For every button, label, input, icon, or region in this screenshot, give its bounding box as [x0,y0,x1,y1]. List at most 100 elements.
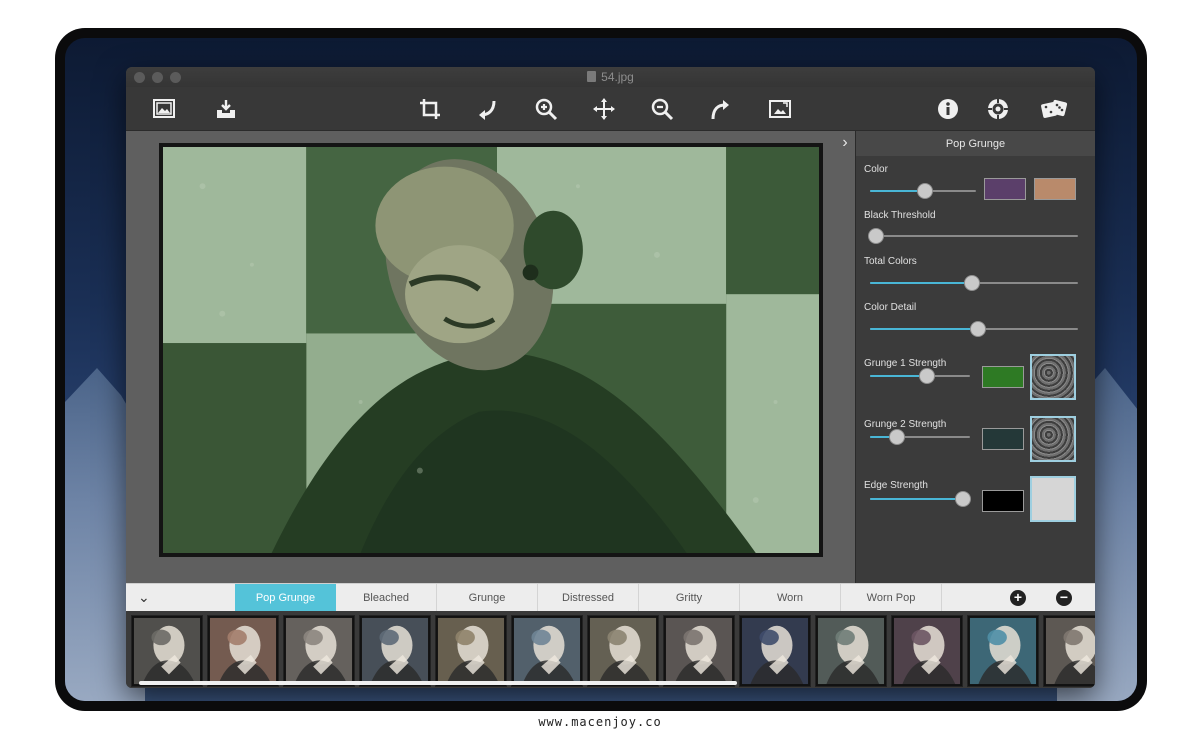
slider-knob[interactable] [919,368,935,384]
color-detail-slider[interactable] [870,321,1078,337]
horizontal-scrollbar[interactable] [139,681,737,685]
grunge-2-color-swatch[interactable] [982,428,1024,450]
control-total-colors: Total Colors [856,248,1095,294]
document-icon [587,71,597,82]
preset-preview-image [891,615,963,687]
control-grunge-2-strength: Grunge 2 Strength [856,402,1095,464]
edited-photo [159,143,823,557]
edge-texture-swatch[interactable] [1030,476,1076,522]
title-bar: 54.jpg [126,67,1095,87]
preset-preview-image [587,615,659,687]
tab-bleached[interactable]: Bleached [336,584,437,612]
save-button[interactable] [210,93,242,125]
laptop-frame: 54.jpg › Pop Grunge Color Black Threshol… [55,28,1147,711]
grunge-2-slider[interactable] [870,429,970,445]
preset-preview-image [663,615,735,687]
preset-thumbnail[interactable]: Pop Grunge 06 [511,615,583,688]
chevron-down-icon: ⌄ [138,589,150,605]
settings-button[interactable] [982,93,1014,125]
preset-thumbnail[interactable]: Pop Grunge 02 [207,615,279,688]
fit-image-button[interactable] [764,93,796,125]
add-preset-button[interactable]: + [1010,590,1026,606]
app-window: 54.jpg › Pop Grunge Color Black Threshol… [126,67,1095,688]
preset-preview-image [815,615,887,687]
random-button[interactable] [1038,93,1070,125]
preset-thumbnail[interactable]: Pop Grunge 11 [891,615,963,688]
preset-thumbnail[interactable]: Pop Grunge 03 [283,615,355,688]
preset-thumbnail[interactable]: Pop Grunge 12 [967,615,1039,688]
zoom-in-button[interactable] [530,93,562,125]
edge-strength-slider[interactable] [870,491,971,507]
tab-worn[interactable]: Worn [740,584,841,612]
control-label: Total Colors [864,256,917,267]
control-grunge-1-strength: Grunge 1 Strength [856,340,1095,402]
remove-preset-button[interactable]: − [1056,590,1072,606]
adjustment-panel: Pop Grunge Color Black Threshold Total C… [855,131,1095,583]
preset-thumbnail[interactable]: Pop Grunge 07 [587,615,659,688]
zoom-out-icon [651,98,674,121]
crop-button[interactable] [414,93,446,125]
tab-distressed[interactable]: Distressed [538,584,639,612]
rotate-left-button[interactable] [472,93,504,125]
crop-icon [420,99,440,119]
preset-preview-image [511,615,583,687]
preset-thumbnail[interactable]: Pop Grunge 09 [739,615,811,688]
preset-preview-image [435,615,507,687]
grunge-1-color-swatch[interactable] [982,366,1024,388]
slider-knob[interactable] [970,321,987,337]
plus-icon: + [1013,589,1023,605]
preset-preview-image [207,615,279,687]
color-swatch-1[interactable] [984,178,1026,200]
panel-title: Pop Grunge [856,131,1095,156]
fit-image-icon [769,100,791,118]
move-button[interactable] [588,93,620,125]
grunge-2-texture-swatch[interactable] [1030,416,1076,462]
control-label: Edge Strength [864,480,928,491]
preset-preview-image [739,615,811,687]
tab-pop-grunge[interactable]: Pop Grunge [235,584,336,612]
preset-category-tabs: ⌄ Pop Grunge Bleached Grunge Distressed Grit… [126,583,1095,612]
slider-knob[interactable] [963,275,980,291]
preset-preview-image [283,615,355,687]
control-label: Black Threshold [864,210,936,221]
tab-grunge[interactable]: Grunge [437,584,538,612]
image-canvas[interactable]: › [126,131,855,583]
edge-color-swatch[interactable] [982,490,1024,512]
slider-knob[interactable] [889,429,905,445]
slider-knob[interactable] [868,228,885,244]
collapse-strip-button[interactable]: ⌄ [138,589,150,606]
zoom-in-icon [535,98,558,121]
control-color-detail: Color Detail [856,294,1095,340]
open-image-icon [153,99,175,118]
tab-worn-pop[interactable]: Worn Pop [841,584,942,612]
preset-preview-image [967,615,1039,687]
grunge-1-texture-swatch[interactable] [1030,354,1076,400]
rotate-right-icon [711,100,729,120]
preset-thumbnail[interactable]: Pop Grunge [1043,615,1095,688]
control-edge-strength: Edge Strength [856,464,1095,526]
collapse-panel-button[interactable]: › [835,131,855,155]
control-label: Color [864,164,888,175]
preset-thumbnail[interactable]: Pop Grunge 10 [815,615,887,688]
window-title: 54.jpg [126,70,1095,84]
preset-thumbnail[interactable]: Pop Grunge 08 [663,615,735,688]
zoom-out-button[interactable] [646,93,678,125]
info-button[interactable] [932,93,964,125]
slider-knob[interactable] [917,183,934,199]
chevron-right-icon: › [842,134,848,151]
open-image-button[interactable] [148,93,180,125]
control-label: Grunge 2 Strength [864,419,947,430]
preset-thumbnail[interactable]: Pop Grunge 01 [131,615,203,688]
photo-image [163,147,819,553]
tab-gritty[interactable]: Gritty [639,584,740,612]
slider-knob[interactable] [955,491,971,507]
grunge-1-slider[interactable] [870,368,970,384]
move-icon [593,98,615,120]
preset-thumbnail[interactable]: Pop Grunge 04 [359,615,431,688]
black-threshold-slider[interactable] [868,228,1078,244]
color-swatch-2[interactable] [1034,178,1076,200]
total-colors-slider[interactable] [870,275,1078,291]
color-slider[interactable] [870,183,976,199]
rotate-right-button[interactable] [704,93,736,125]
preset-thumbnail[interactable]: Pop Grunge 05 [435,615,507,688]
